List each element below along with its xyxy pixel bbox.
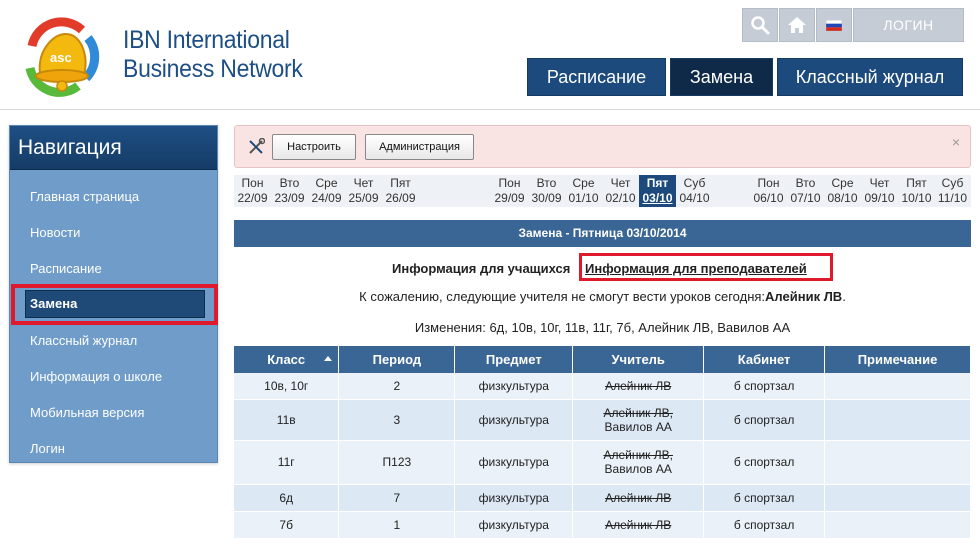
- day-item[interactable]: Пят 10/10: [898, 175, 935, 207]
- students-info-link[interactable]: Информация для учащихся: [392, 261, 570, 276]
- table-row: 10в, 10г 2 физкультура Алейник ЛВ б спор…: [234, 373, 971, 400]
- russia-flag-icon: [826, 19, 842, 31]
- substitution-table: Класс Период Предмет Учитель Кабинет При…: [234, 346, 971, 539]
- asc-logo-icon[interactable]: asc: [20, 16, 102, 100]
- day-selector: Пон 22/09 Вто 23/09 Сре 24/09 Чет 25/09 Пят 2…: [234, 175, 971, 207]
- tab-substitution[interactable]: Замена: [670, 58, 773, 96]
- table-row: 7б 1 физкультура Алейник ЛВ б спортзал: [234, 511, 971, 539]
- day-item[interactable]: Пон 22/09: [234, 175, 271, 207]
- page-title: Замена - Пятница 03/10/2014: [234, 220, 971, 247]
- column-header-subject[interactable]: Предмет: [454, 346, 574, 373]
- sidebar-item-school-info[interactable]: Информация о школе: [30, 369, 162, 384]
- day-item[interactable]: Сре 08/10: [824, 175, 861, 207]
- day-item[interactable]: Суб 04/10: [676, 175, 713, 207]
- configure-button[interactable]: Настроить: [272, 134, 356, 160]
- search-button[interactable]: [742, 8, 778, 42]
- day-item[interactable]: Чет 25/09: [345, 175, 382, 207]
- highlight-box-teachers-info: [579, 253, 833, 281]
- column-header-note[interactable]: Примечание: [824, 346, 971, 373]
- changes-summary: Изменения: 6д, 10в, 10г, 11в, 11г, 7б, А…: [414, 320, 791, 335]
- sidebar-item-login[interactable]: Логин: [30, 441, 65, 456]
- tab-class-journal[interactable]: Классный журнал: [777, 58, 963, 96]
- brand-line-1: IBN International: [123, 26, 290, 54]
- day-item[interactable]: Вто 07/10: [787, 175, 824, 207]
- column-header-class[interactable]: Класс: [234, 346, 340, 373]
- sidebar-item-class-journal[interactable]: Классный журнал: [30, 333, 137, 348]
- language-button[interactable]: [816, 8, 852, 42]
- login-button[interactable]: ЛОГИН: [853, 8, 964, 42]
- tools-icon: [249, 138, 265, 154]
- search-icon: [751, 16, 770, 35]
- brand-name[interactable]: IBN International Business Network: [123, 26, 303, 84]
- column-header-room[interactable]: Кабинет: [703, 346, 826, 373]
- table-row: 11г П123 физкультура Алейник ЛВ, Вавилов …: [234, 440, 971, 485]
- day-item-selected[interactable]: Пят 03/10: [639, 175, 676, 207]
- table-row: 6д 7 физкультура Алейник ЛВ б спортзал: [234, 484, 971, 512]
- day-item[interactable]: Пон 29/09: [491, 175, 528, 207]
- day-item[interactable]: Чет 09/10: [861, 175, 898, 207]
- day-item[interactable]: Сре 24/09: [308, 175, 345, 207]
- day-item[interactable]: Пят 26/09: [382, 175, 419, 207]
- home-button[interactable]: [779, 8, 815, 42]
- day-item[interactable]: Сре 01/10: [565, 175, 602, 207]
- logo-text: asc: [50, 50, 72, 65]
- sidebar-item-home[interactable]: Главная страница: [30, 189, 139, 204]
- sidebar-item-mobile[interactable]: Мобильная версия: [30, 405, 144, 420]
- brand-line-2: Business Network: [123, 55, 303, 83]
- column-header-teacher[interactable]: Учитель: [572, 346, 705, 373]
- home-icon: [788, 17, 806, 33]
- highlight-box-substitution: [11, 284, 218, 325]
- day-item[interactable]: Суб 11/10: [934, 175, 971, 207]
- tab-schedule[interactable]: Расписание: [527, 58, 666, 96]
- sort-ascending-icon: [324, 356, 333, 361]
- table-row: 11в 3 физкультура Алейник ЛВ, Вавилов АА …: [234, 399, 971, 441]
- sidebar-title: Навигация: [10, 126, 217, 170]
- admin-toolbar: Настроить Администрация ×: [234, 125, 971, 168]
- close-icon[interactable]: ×: [952, 134, 960, 150]
- day-item[interactable]: Пон 06/10: [750, 175, 787, 207]
- header: asc IBN International Business Network Л…: [0, 0, 980, 110]
- sidebar-item-news[interactable]: Новости: [30, 225, 80, 240]
- day-item[interactable]: Вто 30/09: [528, 175, 565, 207]
- day-item[interactable]: Чет 02/10: [602, 175, 639, 207]
- day-item[interactable]: Вто 23/09: [271, 175, 308, 207]
- administration-button[interactable]: Администрация: [365, 134, 474, 160]
- sidebar-item-schedule[interactable]: Расписание: [30, 261, 102, 276]
- column-header-period[interactable]: Период: [338, 346, 456, 373]
- absent-teachers-notice: К сожалению, следующие учителя не смогут…: [359, 289, 846, 304]
